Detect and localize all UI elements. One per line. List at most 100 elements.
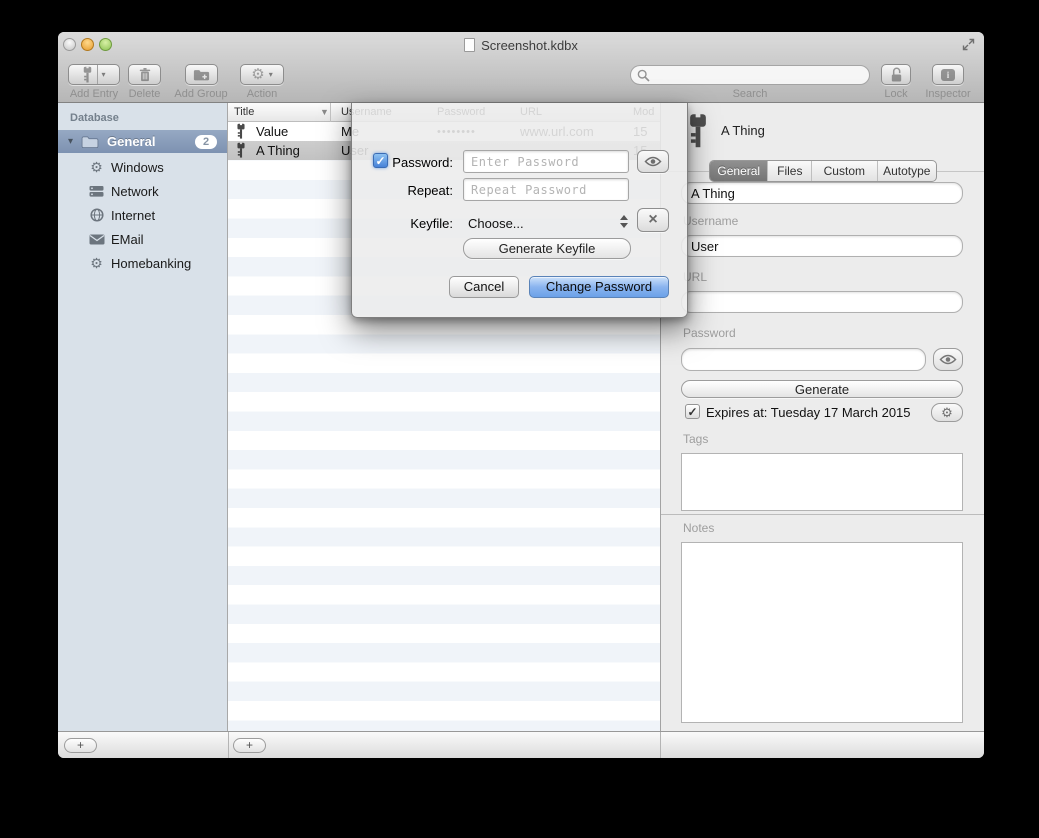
gear-icon: ⚙ xyxy=(88,160,105,174)
document-icon xyxy=(464,38,475,52)
inspector-button[interactable]: i xyxy=(932,64,964,85)
split-divider xyxy=(97,65,98,84)
gear-icon: ⚙ xyxy=(251,67,264,82)
eye-icon xyxy=(939,354,957,365)
trash-icon xyxy=(138,67,152,83)
folder-plus-icon xyxy=(193,68,210,82)
new-password-input[interactable] xyxy=(463,150,629,173)
expires-checkbox[interactable]: ✓ xyxy=(685,404,700,419)
tags-label: Tags xyxy=(683,432,708,446)
title-field[interactable] xyxy=(681,182,963,204)
key-icon xyxy=(236,123,246,140)
tags-textarea[interactable] xyxy=(681,453,963,511)
globe-icon xyxy=(88,208,105,222)
gear-icon: ⚙ xyxy=(941,406,953,419)
show-password-button[interactable] xyxy=(637,150,669,173)
sidebar-item-homebanking[interactable]: ⚙ Homebanking xyxy=(58,251,227,275)
close-icon: × xyxy=(648,212,657,228)
sidebar-group-general[interactable]: ▾ General 2 xyxy=(58,130,227,153)
change-password-button[interactable]: Change Password xyxy=(529,276,669,298)
repeat-password-input[interactable] xyxy=(463,178,629,201)
eye-icon xyxy=(644,156,662,167)
gear-icon: ⚙ xyxy=(88,256,105,270)
info-icon: i xyxy=(941,69,955,81)
chevron-down-icon: ▾ xyxy=(101,70,105,79)
add-entry-label: Add Entry xyxy=(58,88,130,100)
clear-keyfile-button[interactable]: × xyxy=(637,208,669,232)
action-label: Action xyxy=(238,88,286,100)
window-footer: + + xyxy=(58,731,984,758)
disclosure-triangle-icon[interactable]: ▾ xyxy=(68,136,73,147)
footer-divider xyxy=(228,732,229,758)
password-label: Password: xyxy=(383,155,453,170)
change-password-sheet: ✓ Password: Repeat: Keyfile: Choose... ×… xyxy=(351,103,688,318)
cancel-button[interactable]: Cancel xyxy=(449,276,519,298)
sidebar-item-label: Homebanking xyxy=(111,256,191,271)
sidebar-section-header: Database xyxy=(70,112,119,124)
sidebar-item-email[interactable]: EMail xyxy=(58,227,227,251)
expires-options-button[interactable]: ⚙ xyxy=(931,403,963,422)
app-window: Screenshot.kdbx ▾ xyxy=(58,32,984,758)
stepper-icon[interactable] xyxy=(620,215,628,228)
sidebar-item-label: Internet xyxy=(111,208,155,223)
show-password-button[interactable] xyxy=(933,348,963,371)
delete-button[interactable] xyxy=(128,64,161,85)
add-group-label: Add Group xyxy=(163,88,239,100)
sidebar-item-internet[interactable]: Internet xyxy=(58,203,227,227)
cell-title: Value xyxy=(256,124,288,139)
add-entry-button[interactable]: ▾ xyxy=(68,64,120,85)
chevron-down-icon: ▾ xyxy=(269,70,273,79)
window-chrome: Screenshot.kdbx ▾ xyxy=(58,32,984,103)
search-input[interactable] xyxy=(650,68,863,82)
sidebar-item-network[interactable]: Network xyxy=(58,179,227,203)
add-entry-footer-button[interactable]: + xyxy=(233,738,266,753)
sidebar-item-label: EMail xyxy=(111,232,144,247)
notes-textarea[interactable] xyxy=(681,542,963,723)
key-icon xyxy=(236,142,246,159)
tab-files[interactable]: Files xyxy=(767,161,811,181)
keyfile-label: Keyfile: xyxy=(383,216,453,231)
delete-label: Delete xyxy=(122,88,167,100)
column-divider[interactable] xyxy=(330,103,331,122)
entry-count-badge: 2 xyxy=(195,135,217,149)
tab-autotype[interactable]: Autotype xyxy=(877,161,936,181)
generate-password-button[interactable]: Generate xyxy=(681,380,963,398)
lock-open-icon xyxy=(889,66,904,83)
envelope-icon xyxy=(88,234,105,245)
footer-divider xyxy=(660,732,661,758)
key-icon xyxy=(687,112,709,151)
sidebar: Database ▾ General 2 ⚙ Windows Network xyxy=(58,103,228,731)
inspector-panel: A Thing General Files Custom Autotype Us… xyxy=(660,103,984,731)
add-group-button[interactable] xyxy=(185,64,218,85)
sidebar-group-label: General xyxy=(107,134,155,149)
expires-label: Expires at: Tuesday 17 March 2015 xyxy=(706,405,911,420)
lock-button[interactable] xyxy=(881,64,911,85)
password-label: Password xyxy=(683,326,736,340)
server-icon xyxy=(88,185,105,198)
sidebar-item-label: Network xyxy=(111,184,159,199)
inspector-entry-title: A Thing xyxy=(721,123,765,138)
tab-custom[interactable]: Custom xyxy=(811,161,876,181)
folder-icon xyxy=(81,135,99,149)
tab-general[interactable]: General xyxy=(710,161,767,181)
url-field[interactable] xyxy=(681,291,963,313)
section-divider[interactable] xyxy=(661,514,984,515)
username-field[interactable] xyxy=(681,235,963,257)
sidebar-item-label: Windows xyxy=(111,160,164,175)
password-field[interactable] xyxy=(681,348,926,371)
generate-keyfile-button[interactable]: Generate Keyfile xyxy=(463,238,631,259)
fullscreen-icon[interactable] xyxy=(962,38,975,51)
key-icon xyxy=(82,66,93,84)
sidebar-item-windows[interactable]: ⚙ Windows xyxy=(58,155,227,179)
add-group-footer-button[interactable]: + xyxy=(64,738,97,753)
sort-descending-icon: ▼ xyxy=(320,107,329,117)
search-field[interactable] xyxy=(630,65,870,85)
action-button[interactable]: ⚙ ▾ xyxy=(240,64,284,85)
notes-label: Notes xyxy=(683,521,714,535)
search-icon xyxy=(637,69,650,82)
repeat-label: Repeat: xyxy=(383,183,453,198)
keyfile-popup[interactable]: Choose... xyxy=(468,216,524,231)
username-label: Username xyxy=(683,214,738,228)
window-title: Screenshot.kdbx xyxy=(58,38,984,53)
column-header-title[interactable]: Title xyxy=(234,106,254,118)
